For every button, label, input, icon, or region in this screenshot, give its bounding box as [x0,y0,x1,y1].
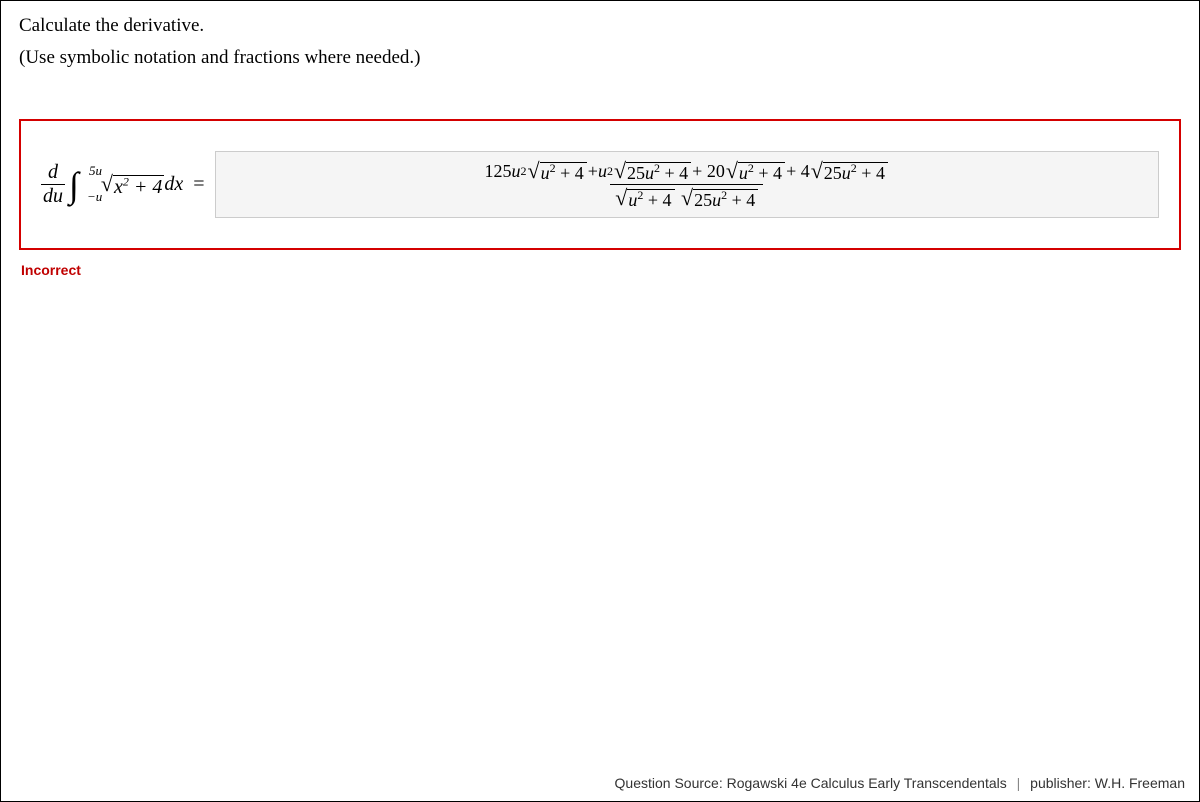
publisher-label: publisher: [1030,775,1091,791]
footer: Question Source: Rogawski 4e Calculus Ea… [615,775,1185,791]
d2-tail: + 4 [727,190,755,210]
t4-sqrt: √25u2 + 4 [811,160,888,182]
t2-sqrt: √25u2 + 4 [614,160,691,182]
prompt-line-2: (Use symbolic notation and fractions whe… [19,47,1181,69]
t1-sqrt: √u2 + 4 [528,160,587,182]
integral-upper-limit: 5u [89,163,102,179]
source-value: Rogawski 4e Calculus Early Transcendenta… [727,775,1007,791]
t1-var: u [512,161,521,182]
equals-sign: = [193,173,204,196]
source-label: Question Source: [615,775,723,791]
t1-sqrt-body: u2 + 4 [540,162,587,184]
sqrt-icon: √ [101,173,113,195]
t4-sqrt-tail: + 4 [857,163,885,183]
t4-sqrt-body: 25u2 + 4 [823,162,888,184]
sqrt-body: x2 + 4 [113,175,164,199]
t2-sqrt-coef: 25 [627,163,645,183]
d1-tail: + 4 [643,190,671,210]
answer-fraction: 125u2 √u2 + 4 + u2 √25u2 + 4 + 20 √u2 + … [481,158,893,211]
integrand: √ x2 + 4 dx [101,173,183,197]
sqrt-icon: √ [615,187,627,209]
question-container: Calculate the derivative. (Use symbolic … [0,0,1200,802]
t2-sqrt-body: 25u2 + 4 [626,162,691,184]
plus3: + 4 [786,161,810,182]
answer-input[interactable]: 125u2 √u2 + 4 + u2 √25u2 + 4 + 20 √u2 + … [215,151,1159,218]
t2-var: u [598,161,607,182]
sqrt-icon: √ [726,160,738,182]
d2-sqrt: √25u2 + 4 [681,187,758,209]
feedback-label: Incorrect [21,262,1181,278]
frac-numerator: d [46,161,60,184]
derivative-fraction: d du [41,161,65,208]
d2-coef: 25 [694,190,712,210]
sqrt-icon: √ [614,160,626,182]
t3-sqrt-var: u [739,163,748,183]
t3-sqrt: √u2 + 4 [726,160,785,182]
t2-sqrt-tail: + 4 [660,163,688,183]
t4-sqrt-coef: 25 [824,163,842,183]
d2-sqrt-body: 25u2 + 4 [693,189,758,211]
d1-sqrt: √u2 + 4 [615,187,674,209]
t1-coef: 125 [485,161,512,182]
sqrt-icon: √ [681,187,693,209]
t4-sqrt-var: u [842,163,851,183]
sqrt-icon: √ [811,160,823,182]
answer-numerator: 125u2 √u2 + 4 + u2 √25u2 + 4 + 20 √u2 + … [481,158,893,184]
answer-denominator: √u2 + 4 √25u2 + 4 [610,184,763,211]
t1-sqrt-tail: + 4 [556,163,584,183]
t3-sqrt-body: u2 + 4 [738,162,785,184]
d1-var: u [628,190,637,210]
footer-separator: | [1017,775,1021,791]
integral: ∫ 5u −u √ x2 + 4 dx [69,167,183,203]
integral-lower-limit: −u [87,189,102,205]
t1-sqrt-var: u [541,163,550,183]
dx: dx [164,173,183,196]
d1-sqrt-body: u2 + 4 [627,189,674,211]
sqrt-icon: √ [528,160,540,182]
t3-sqrt-tail: + 4 [754,163,782,183]
t2-sqrt-var: u [645,163,654,183]
frac-denominator: du [41,184,65,208]
plus1: + [588,161,598,182]
lhs-expression: d du ∫ 5u −u √ x2 + 4 dx = [41,161,215,208]
publisher-value: W.H. Freeman [1095,775,1185,791]
sqrt-tail: + 4 [129,176,163,198]
plus2: + 20 [692,161,725,182]
sqrt: √ x2 + 4 [101,173,164,197]
sqrt-var: x [114,176,123,198]
answer-row: d du ∫ 5u −u √ x2 + 4 dx = [19,119,1181,250]
prompt-line-1: Calculate the derivative. [19,15,1181,37]
d2-var: u [712,190,721,210]
integral-sign-icon: ∫ [69,167,79,203]
